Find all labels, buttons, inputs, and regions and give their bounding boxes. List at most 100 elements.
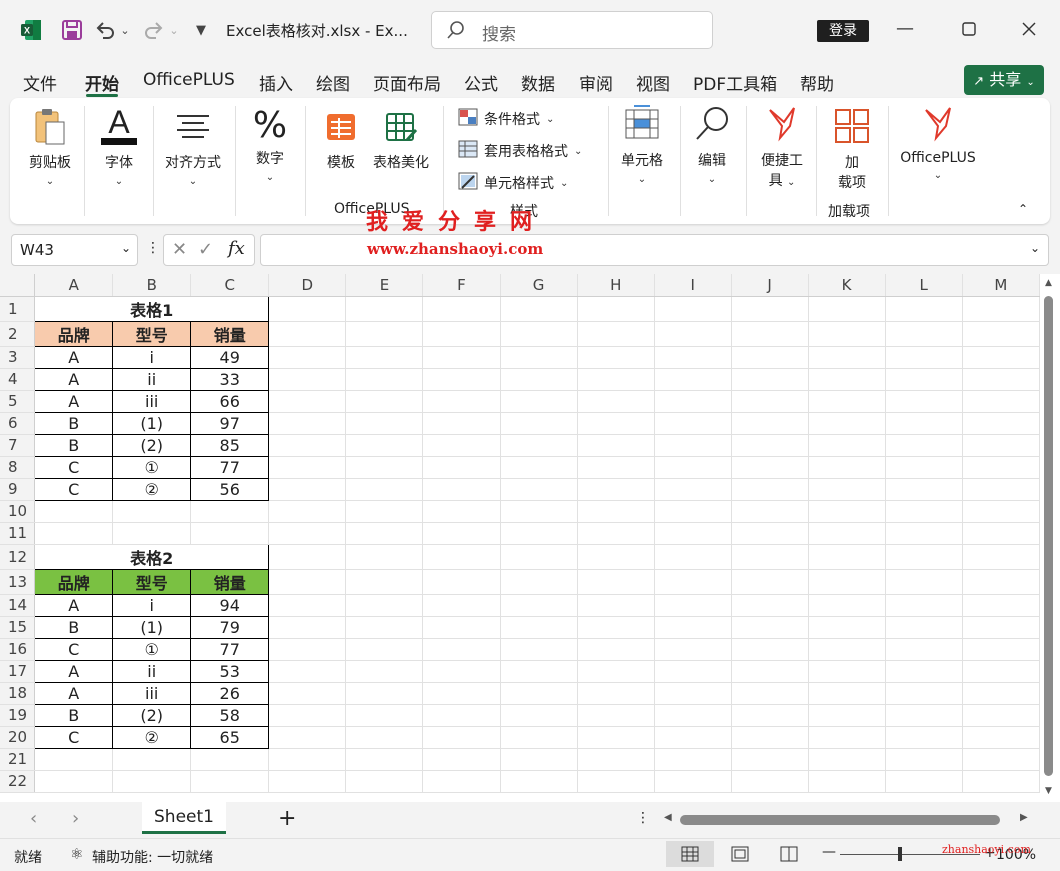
- table-cell[interactable]: ②: [112, 725, 192, 749]
- cell[interactable]: [422, 368, 501, 391]
- cell[interactable]: [577, 594, 655, 617]
- table-cell[interactable]: 56: [190, 477, 270, 501]
- cell[interactable]: [808, 478, 886, 501]
- table-header-cell[interactable]: 销量: [190, 568, 270, 595]
- table-header-cell[interactable]: 销量: [190, 320, 270, 347]
- cell[interactable]: [422, 321, 501, 347]
- cell[interactable]: [654, 478, 732, 501]
- enter-icon[interactable]: ✓: [198, 239, 213, 260]
- table-cell[interactable]: B: [34, 433, 114, 457]
- page-break-view-button[interactable]: [780, 841, 800, 867]
- cell[interactable]: [268, 770, 347, 793]
- cell[interactable]: [268, 594, 347, 617]
- cell[interactable]: [885, 748, 963, 771]
- row-header[interactable]: 3: [0, 346, 36, 369]
- cell[interactable]: [885, 616, 963, 639]
- cell[interactable]: [885, 660, 963, 683]
- cell[interactable]: [654, 638, 732, 661]
- cell[interactable]: [268, 682, 347, 705]
- alignment-button[interactable]: 对齐方式 ⌄: [160, 106, 226, 188]
- cell[interactable]: [731, 412, 809, 435]
- table-cell[interactable]: C: [34, 637, 114, 661]
- cell[interactable]: [577, 412, 655, 435]
- next-sheet-icon[interactable]: ›: [72, 808, 79, 829]
- cell[interactable]: [577, 770, 655, 793]
- row-header[interactable]: 4: [0, 368, 36, 391]
- cell[interactable]: [577, 296, 655, 322]
- table-cell[interactable]: 26: [190, 681, 270, 705]
- cell[interactable]: [422, 616, 501, 639]
- table-cell[interactable]: B: [34, 615, 114, 639]
- font-button[interactable]: A 字体 ⌄: [96, 104, 142, 188]
- cell[interactable]: [500, 638, 578, 661]
- cell[interactable]: [345, 346, 424, 369]
- row-header[interactable]: 10: [0, 500, 36, 523]
- table-beautify-button[interactable]: 表格美化: [368, 110, 434, 172]
- tab-draw[interactable]: 绘图: [316, 70, 350, 95]
- row-header[interactable]: 12: [0, 544, 36, 570]
- table-cell[interactable]: 77: [190, 637, 270, 661]
- cell[interactable]: [500, 434, 578, 457]
- cell[interactable]: [885, 726, 963, 749]
- expand-formula-icon[interactable]: ⌄: [1030, 241, 1040, 255]
- tab-insert[interactable]: 插入: [259, 70, 293, 95]
- undo-dropdown-icon[interactable]: ⌄: [118, 14, 132, 46]
- cell[interactable]: [345, 616, 424, 639]
- table-cell[interactable]: 77: [190, 455, 270, 479]
- cell[interactable]: [731, 368, 809, 391]
- table-cell[interactable]: 33: [190, 367, 270, 391]
- cell[interactable]: [500, 616, 578, 639]
- cell[interactable]: [345, 726, 424, 749]
- row-header[interactable]: 6: [0, 412, 36, 435]
- cell[interactable]: [654, 500, 732, 523]
- cell[interactable]: [808, 390, 886, 413]
- cell[interactable]: [731, 660, 809, 683]
- column-header[interactable]: M: [962, 274, 1040, 297]
- table-cell[interactable]: 97: [190, 411, 270, 435]
- cell[interactable]: [808, 456, 886, 479]
- cell[interactable]: [808, 296, 886, 322]
- cell[interactable]: [808, 522, 886, 545]
- table-cell[interactable]: B: [34, 703, 114, 727]
- cell[interactable]: [808, 682, 886, 705]
- column-header[interactable]: D: [268, 274, 347, 297]
- table-cell[interactable]: A: [34, 367, 114, 391]
- redo-dropdown-icon[interactable]: ⌄: [167, 14, 181, 46]
- cell[interactable]: [34, 500, 114, 523]
- cell[interactable]: [500, 522, 578, 545]
- cell[interactable]: [422, 346, 501, 369]
- cell[interactable]: [654, 368, 732, 391]
- cell[interactable]: [500, 368, 578, 391]
- row-header[interactable]: 20: [0, 726, 36, 749]
- table-cell[interactable]: ①: [112, 455, 192, 479]
- cell[interactable]: [577, 434, 655, 457]
- table-cell[interactable]: ①: [112, 637, 192, 661]
- cell[interactable]: [500, 456, 578, 479]
- cell[interactable]: [422, 726, 501, 749]
- column-header[interactable]: G: [500, 274, 578, 297]
- select-all-corner[interactable]: [0, 274, 36, 297]
- cell[interactable]: [345, 682, 424, 705]
- table-cell[interactable]: 79: [190, 615, 270, 639]
- cell[interactable]: [731, 616, 809, 639]
- tab-view[interactable]: 视图: [636, 70, 670, 95]
- column-header[interactable]: I: [654, 274, 732, 297]
- cell[interactable]: [422, 660, 501, 683]
- table-cell[interactable]: A: [34, 659, 114, 683]
- cell[interactable]: [808, 594, 886, 617]
- cell[interactable]: [268, 544, 347, 570]
- cell[interactable]: [654, 682, 732, 705]
- cell[interactable]: [422, 296, 501, 322]
- cell-grid[interactable]: A B C D E F G H I J K L M 1 表格1 2 品牌 型号 销量 3 Ai 49 4 Aii 33 5 Aiii…: [0, 274, 1040, 793]
- cells-button[interactable]: 单元格 ⌄: [616, 104, 668, 186]
- cell[interactable]: [500, 321, 578, 347]
- cell[interactable]: [422, 638, 501, 661]
- table-cell[interactable]: (2): [112, 433, 192, 457]
- cell[interactable]: [112, 522, 192, 545]
- cell[interactable]: [731, 478, 809, 501]
- cell[interactable]: [731, 682, 809, 705]
- cell[interactable]: [577, 478, 655, 501]
- vertical-scrollbar[interactable]: ▲ ▼: [1040, 274, 1060, 802]
- cell[interactable]: [577, 368, 655, 391]
- zoom-slider-thumb[interactable]: [898, 847, 902, 861]
